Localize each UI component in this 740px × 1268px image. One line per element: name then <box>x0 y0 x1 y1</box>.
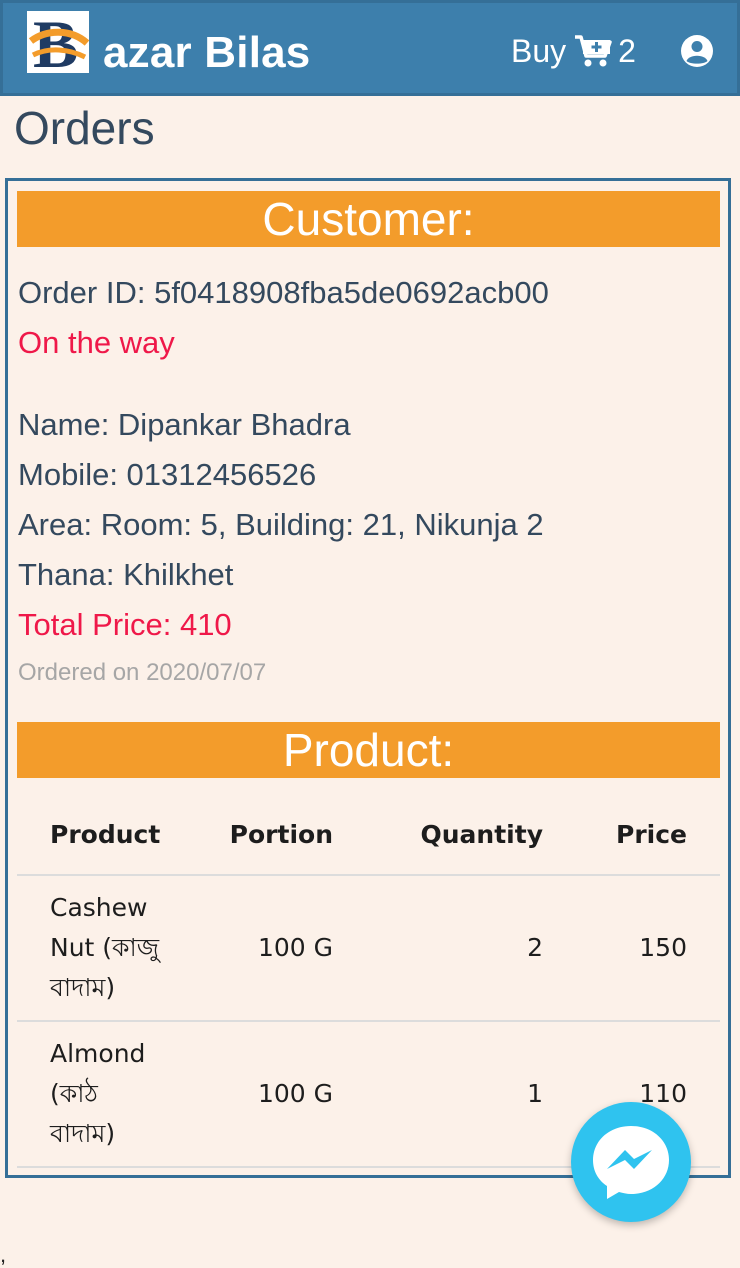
column-header-product: Product <box>17 795 195 876</box>
customer-mobile: Mobile: 01312456526 <box>18 457 317 492</box>
cart-count: 2 <box>618 33 636 69</box>
order-status: On the way <box>18 325 175 360</box>
product-section-header: Product: <box>17 722 720 778</box>
product-price: 150 <box>551 875 720 1022</box>
order-card: Customer: Order ID: 5f0418908fba5de0692a… <box>5 178 731 1178</box>
stray-comma: , <box>0 1242 7 1267</box>
buy-cart-link[interactable]: Buy 2 <box>511 31 636 71</box>
brand-logo[interactable]: B <box>27 11 89 73</box>
ordered-date: Ordered on 2020/07/07 <box>18 659 267 686</box>
cart-plus-icon <box>574 34 612 68</box>
customer-thana: Thana: Khilkhet <box>18 557 234 592</box>
brand-logo-icon: B <box>27 11 89 73</box>
svg-text:B: B <box>33 11 78 73</box>
customer-section-header: Customer: <box>17 191 720 247</box>
product-name: Cashew Nut (কাজু বাদাম) <box>17 875 195 1022</box>
table-header-row: Product Portion Quantity Price <box>17 795 720 876</box>
column-header-price: Price <box>551 795 720 876</box>
product-quantity: 1 <box>359 1021 551 1168</box>
total-price: Total Price: 410 <box>18 607 232 642</box>
customer-name: Name: Dipankar Bhadra <box>18 407 351 442</box>
column-header-quantity: Quantity <box>359 795 551 876</box>
navbar: B azar Bilas Buy 2 <box>0 0 740 96</box>
customer-area: Area: Room: 5, Building: 21, Nikunja 2 <box>18 507 544 542</box>
messenger-icon <box>593 1126 669 1199</box>
brand-name[interactable]: azar Bilas <box>103 27 310 79</box>
page-title: Orders <box>14 102 155 154</box>
product-portion: 100 G <box>195 1021 359 1168</box>
product-portion: 100 G <box>195 875 359 1022</box>
buy-label: Buy <box>511 33 567 69</box>
column-header-portion: Portion <box>195 795 359 876</box>
table-row: Cashew Nut (কাজু বাদাম) 100 G 2 150 <box>17 875 720 1022</box>
order-id: Order ID: 5f0418908fba5de0692acb00 <box>18 275 549 310</box>
product-quantity: 2 <box>359 875 551 1022</box>
user-circle-icon[interactable] <box>679 33 715 69</box>
product-name: Almond (কাঠ বাদাম) <box>17 1021 195 1168</box>
messenger-chat-button[interactable] <box>571 1102 691 1222</box>
